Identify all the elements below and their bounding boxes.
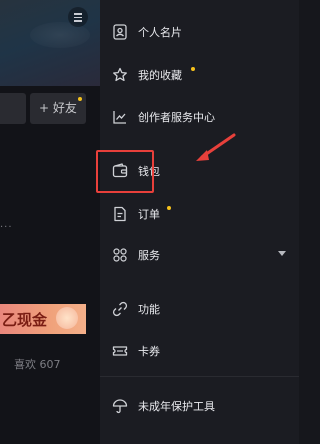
add-friend-button[interactable]: + 好友: [30, 93, 86, 124]
cash-banner-text: 乙现金: [2, 311, 48, 329]
notification-dot: [78, 97, 82, 101]
menu-item-label: 功能: [138, 303, 160, 316]
menu-item-contact-card[interactable]: 个人名片: [100, 14, 299, 50]
side-drawer-menu: 个人名片 我的收藏 创作者服务中心 钱包 订单 服务 功能 卡券 未成年保护工具: [100, 0, 299, 444]
menu-divider: [100, 376, 299, 377]
edit-profile-button[interactable]: [0, 93, 26, 124]
menu-item-label: 未成年保护工具: [138, 400, 215, 413]
notification-dot: [191, 67, 195, 71]
menu-item-features[interactable]: 功能: [100, 291, 299, 327]
arrow-icon: [196, 133, 236, 161]
menu-item-label: 订单: [138, 208, 160, 221]
hamburger-menu-icon[interactable]: [68, 7, 88, 27]
ellipsis-text: ...: [0, 219, 13, 230]
menu-item-label: 服务: [138, 249, 160, 262]
notification-dot: [167, 206, 171, 210]
umbrella-icon: [112, 399, 128, 414]
chart-line-icon: [113, 111, 126, 124]
menu-item-label: 创作者服务中心: [138, 111, 215, 124]
coupon-icon: [112, 346, 128, 356]
profile-page-background: + 好友 ... 乙现金 喜欢 607: [0, 0, 100, 444]
likes-tab[interactable]: 喜欢 607: [14, 356, 61, 372]
link-icon: [112, 301, 128, 317]
contact-card-icon: [113, 24, 127, 40]
menu-item-label: 我的收藏: [138, 69, 182, 82]
add-friend-label: + 好友: [39, 101, 77, 115]
menu-item-minor-protection[interactable]: 未成年保护工具: [100, 388, 299, 424]
order-document-icon: [114, 206, 126, 222]
menu-item-orders[interactable]: 订单: [100, 196, 299, 232]
highlight-box: [96, 150, 154, 193]
coin-icon: [56, 307, 78, 329]
menu-item-label: 卡券: [138, 345, 160, 358]
menu-item-services[interactable]: 服务: [100, 237, 299, 273]
menu-item-creator-center[interactable]: 创作者服务中心: [100, 99, 299, 135]
grid-services-icon: [113, 248, 127, 262]
menu-item-label: 个人名片: [138, 26, 182, 39]
cash-promo-banner[interactable]: 乙现金: [0, 304, 86, 334]
menu-item-favorites[interactable]: 我的收藏: [100, 57, 299, 93]
chevron-down-icon[interactable]: [278, 251, 286, 256]
menu-item-coupons[interactable]: 卡券: [100, 333, 299, 369]
star-icon: [113, 67, 127, 82]
